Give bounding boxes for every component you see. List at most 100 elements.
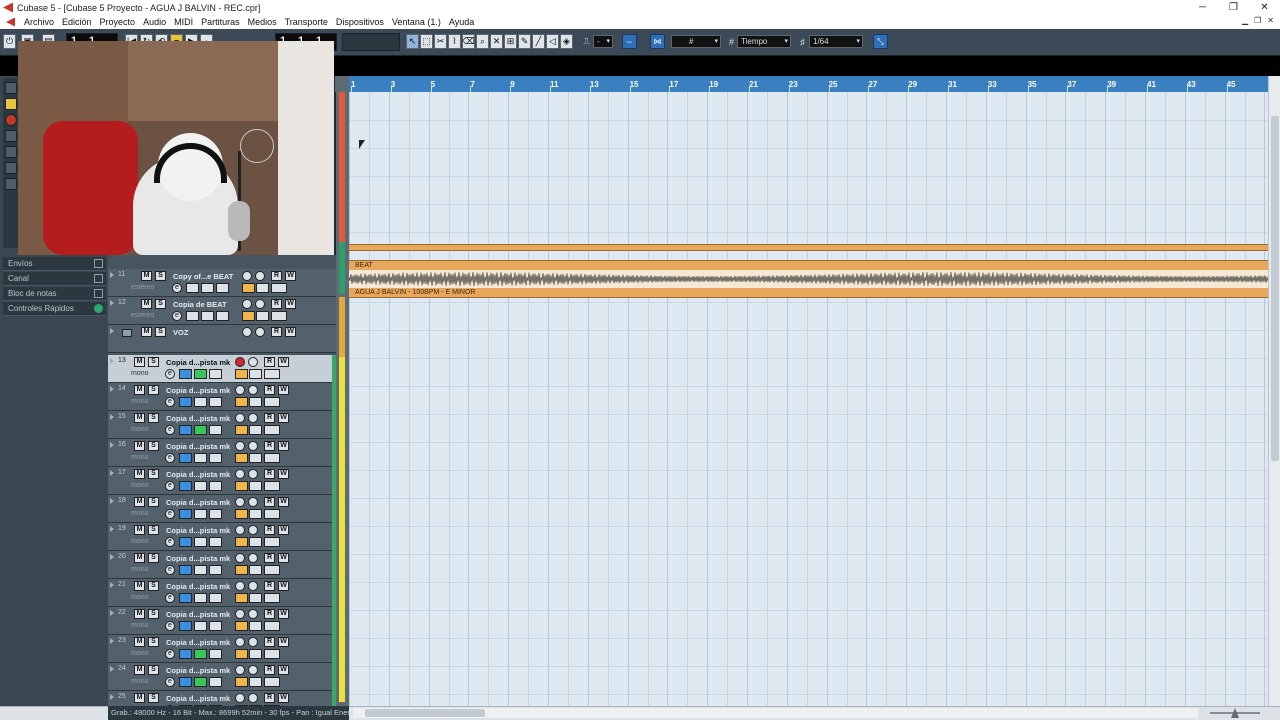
- draw-tool-icon[interactable]: ✎: [518, 34, 531, 49]
- solo-button[interactable]: S: [148, 469, 159, 479]
- output-routing-icon[interactable]: [194, 593, 207, 603]
- write-button[interactable]: W: [285, 271, 296, 281]
- edit-channel-button[interactable]: e: [165, 425, 175, 435]
- track-row[interactable]: 20 M S Copia d...pista mk R Wmono e: [108, 551, 336, 579]
- input-routing-icon[interactable]: [179, 509, 192, 519]
- record-enable-icon[interactable]: [235, 693, 245, 703]
- output-routing-icon[interactable]: [194, 397, 207, 407]
- solo-button[interactable]: S: [148, 609, 159, 619]
- read-button[interactable]: R: [264, 665, 275, 675]
- solo-button[interactable]: S: [155, 327, 166, 337]
- mute-button[interactable]: M: [134, 553, 145, 563]
- track-presets-icon[interactable]: [264, 369, 280, 379]
- menu-dispositivos[interactable]: Dispositivos: [332, 17, 388, 27]
- output-routing-icon[interactable]: [194, 509, 207, 519]
- solo-button[interactable]: S: [155, 299, 166, 309]
- monitor-icon[interactable]: [248, 413, 258, 423]
- monitor-icon[interactable]: [248, 497, 258, 507]
- lock-icon[interactable]: [235, 397, 248, 407]
- expand-icon[interactable]: [110, 272, 114, 278]
- output-routing-icon[interactable]: [194, 565, 207, 575]
- inspector-side-3[interactable]: [5, 146, 17, 158]
- snap-type-select[interactable]: Tiempo ▾: [737, 35, 791, 48]
- lock-icon[interactable]: [235, 453, 248, 463]
- snap-to-zero-icon[interactable]: ⋈: [650, 34, 665, 49]
- lane-display-icon[interactable]: [249, 593, 262, 603]
- write-button[interactable]: W: [278, 357, 289, 367]
- track-row[interactable]: 12 M S Copia de BEAT R Westéreo e: [108, 297, 336, 325]
- expand-icon[interactable]: [110, 666, 114, 672]
- solo-button[interactable]: S: [148, 441, 159, 451]
- mute-button[interactable]: M: [141, 299, 152, 309]
- edit-channel-button[interactable]: e: [165, 481, 175, 491]
- inspector-side-4[interactable]: [5, 162, 17, 174]
- track-presets-icon[interactable]: [264, 593, 280, 603]
- output-routing-icon[interactable]: [194, 481, 207, 491]
- menu-ayuda[interactable]: Ayuda: [445, 17, 478, 27]
- track-presets-icon[interactable]: [264, 509, 280, 519]
- input-routing-icon[interactable]: [179, 565, 192, 575]
- input-routing-icon[interactable]: [179, 481, 192, 491]
- lock-icon[interactable]: [242, 311, 255, 321]
- line-tool-icon[interactable]: ╱: [532, 34, 545, 49]
- edit-channel-button[interactable]: e: [165, 649, 175, 659]
- expand-icon[interactable]: [110, 498, 114, 504]
- mute-button[interactable]: M: [134, 665, 145, 675]
- horizontal-scrollbar[interactable]: [353, 708, 1198, 718]
- input-routing-icon[interactable]: [179, 425, 192, 435]
- record-enable-icon[interactable]: [235, 497, 245, 507]
- write-button[interactable]: W: [278, 581, 289, 591]
- zoom-slider[interactable]: [1205, 708, 1265, 718]
- lane-display-icon[interactable]: [249, 397, 262, 407]
- track-name[interactable]: Copia d...pista mk: [166, 470, 230, 479]
- monitor-icon[interactable]: [255, 327, 265, 337]
- color-tool-icon[interactable]: ◈: [560, 34, 573, 49]
- timebase-icon[interactable]: [216, 283, 229, 293]
- mute-button[interactable]: M: [134, 497, 145, 507]
- edit-channel-button[interactable]: e: [165, 453, 175, 463]
- lane-display-icon[interactable]: [249, 425, 262, 435]
- menu-proyecto[interactable]: Proyecto: [96, 17, 140, 27]
- track-row[interactable]: 17 M S Copia d...pista mk R Wmono e: [108, 467, 336, 495]
- track-row[interactable]: 22 M S Copia d...pista mk R Wmono e: [108, 607, 336, 635]
- monitor-icon[interactable]: [248, 665, 258, 675]
- timebase-icon[interactable]: [209, 593, 222, 603]
- record-enable-icon[interactable]: [235, 609, 245, 619]
- read-button[interactable]: R: [264, 413, 275, 423]
- input-routing-icon[interactable]: [179, 649, 192, 659]
- track-name[interactable]: Copia d...pista mk: [166, 554, 230, 563]
- expand-icon[interactable]: [110, 554, 114, 560]
- mute-button[interactable]: M: [141, 327, 152, 337]
- input-routing-icon[interactable]: [186, 311, 199, 321]
- expand-icon[interactable]: [110, 470, 114, 476]
- expand-icon[interactable]: [110, 300, 114, 306]
- timebase-icon[interactable]: [209, 621, 222, 631]
- monitor-icon[interactable]: [248, 441, 258, 451]
- monitor-icon[interactable]: [255, 271, 265, 281]
- doc-restore-icon[interactable]: ❐: [1254, 16, 1261, 25]
- read-button[interactable]: R: [264, 693, 275, 703]
- input-routing-icon[interactable]: [179, 369, 192, 379]
- close-button[interactable]: ✕: [1249, 0, 1280, 15]
- timebase-icon[interactable]: [209, 425, 222, 435]
- expand-icon[interactable]: [110, 414, 114, 420]
- track-name[interactable]: Copia d...pista mk: [166, 358, 230, 367]
- mute-button[interactable]: M: [134, 581, 145, 591]
- lane-display-icon[interactable]: [256, 311, 269, 321]
- output-routing-icon[interactable]: [194, 369, 207, 379]
- output-routing-icon[interactable]: [201, 311, 214, 321]
- lock-icon[interactable]: [235, 677, 248, 687]
- lane-display-icon[interactable]: [256, 283, 269, 293]
- track-presets-icon[interactable]: [264, 621, 280, 631]
- menu-midi[interactable]: MIDI: [170, 17, 197, 27]
- quantize-icon[interactable]: ♯: [796, 34, 809, 49]
- timebase-icon[interactable]: [209, 453, 222, 463]
- menu-audio[interactable]: Audio: [139, 17, 170, 27]
- monitor-icon[interactable]: [248, 637, 258, 647]
- track-row[interactable]: 13 M S Copia d...pista mk R Wmono e: [108, 355, 336, 383]
- maximize-button[interactable]: ❐: [1218, 0, 1249, 15]
- expand-icon[interactable]: [110, 386, 114, 392]
- edit-channel-button[interactable]: e: [165, 565, 175, 575]
- track-row[interactable]: 21 M S Copia d...pista mk R Wmono e: [108, 579, 336, 607]
- track-presets-icon[interactable]: [264, 649, 280, 659]
